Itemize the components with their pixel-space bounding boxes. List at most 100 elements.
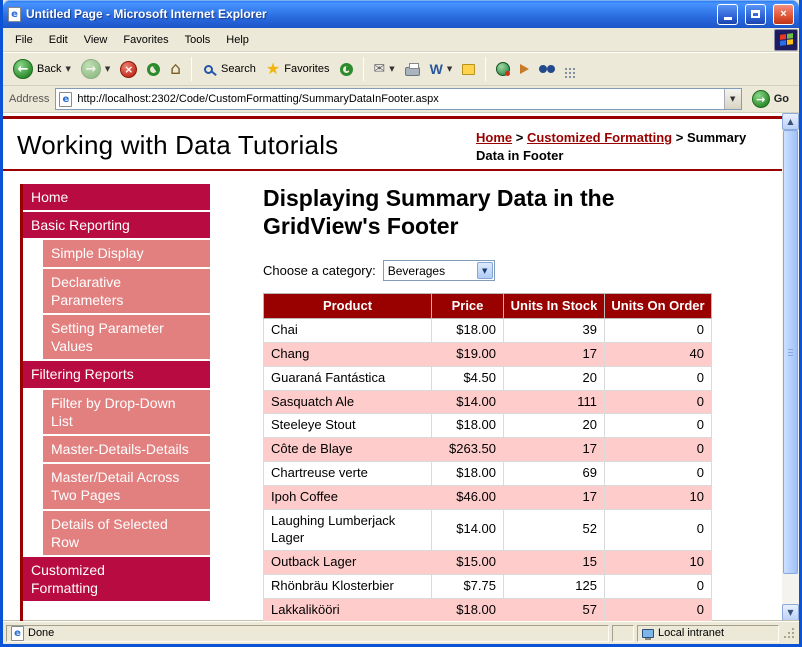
cell-product: Chartreuse verte xyxy=(264,462,432,486)
menu-view[interactable]: View xyxy=(76,30,116,50)
cell-units-in-stock: 20 xyxy=(504,414,605,438)
dropdown-arrow-icon[interactable]: ▼ xyxy=(477,262,493,279)
back-button[interactable]: ← Back ▼ xyxy=(9,56,75,82)
cell-units-on-order: 0 xyxy=(605,510,712,551)
back-dropdown-icon[interactable]: ▼ xyxy=(65,65,70,73)
ie-page-icon: e xyxy=(8,7,21,22)
cell-product: Laughing Lumberjack Lager xyxy=(264,510,432,551)
edit-button[interactable]: W ▼ xyxy=(426,58,457,80)
print-button[interactable] xyxy=(401,59,424,79)
stop-glyph: × xyxy=(124,64,133,75)
table-row: Laughing Lumberjack Lager$14.00520 xyxy=(264,510,712,551)
maximize-button[interactable] xyxy=(745,4,766,25)
menu-edit[interactable]: Edit xyxy=(41,30,76,50)
cell-units-in-stock: 15 xyxy=(504,550,605,574)
cell-price: $46.00 xyxy=(432,486,504,510)
cell-price: $15.00 xyxy=(432,550,504,574)
chevron-down-icon: ▼ xyxy=(730,95,735,103)
cell-units-in-stock: 69 xyxy=(504,462,605,486)
masthead: Working with Data Tutorials Home > Custo… xyxy=(3,119,782,169)
edit-dropdown-icon[interactable]: ▼ xyxy=(447,65,452,73)
mail-dropdown-icon[interactable]: ▼ xyxy=(389,65,394,73)
minimize-button[interactable] xyxy=(717,4,738,25)
search-button[interactable]: Search xyxy=(198,60,260,79)
page-viewport: Working with Data Tutorials Home > Custo… xyxy=(3,113,799,621)
breadcrumb-link-customized-formatting[interactable]: Customized Formatting xyxy=(527,130,672,145)
sidebar-item-customized-formatting[interactable]: Customized Formatting xyxy=(23,557,210,601)
cell-units-in-stock: 52 xyxy=(504,510,605,551)
sidebar-item-master-detail-across-two-pages[interactable]: Master/Detail Across Two Pages xyxy=(43,464,210,508)
sidebar-item-setting-parameter-values[interactable]: Setting Parameter Values xyxy=(43,315,210,359)
menu-help[interactable]: Help xyxy=(218,30,257,50)
addon-button-3[interactable] xyxy=(535,62,559,76)
scroll-down-button[interactable]: ▼ xyxy=(782,604,799,621)
go-arrow-glyph: → xyxy=(756,94,765,105)
cell-price: $14.00 xyxy=(432,390,504,414)
discuss-button[interactable] xyxy=(458,61,479,78)
sidebar-item-master-details-details[interactable]: Master-Details-Details xyxy=(43,436,210,462)
mail-icon: ✉ xyxy=(374,62,386,76)
favorites-button[interactable]: ★ Favorites xyxy=(262,58,334,80)
vertical-scrollbar[interactable]: ▲ ▼ xyxy=(782,113,799,621)
addon-button-4[interactable] xyxy=(561,60,581,78)
cell-product: Guaraná Fantástica xyxy=(264,366,432,390)
stop-button[interactable]: × xyxy=(116,58,141,81)
history-button[interactable] xyxy=(336,60,357,79)
grid-header-row: ProductPriceUnits In StockUnits On Order xyxy=(264,294,712,319)
sidebar-item-details-of-selected-row[interactable]: Details of Selected Row xyxy=(43,511,210,555)
breadcrumb-link-home[interactable]: Home xyxy=(476,130,512,145)
scroll-up-button[interactable]: ▲ xyxy=(782,113,799,130)
sidebar-item-filtering-reports[interactable]: Filtering Reports xyxy=(23,361,210,387)
addon-button-2[interactable] xyxy=(516,61,533,77)
page-icon: e xyxy=(59,92,72,107)
table-row: Rhönbräu Klosterbier$7.751250 xyxy=(264,574,712,598)
intranet-zone-icon xyxy=(642,629,654,638)
address-bar: Address e http://localhost:2302/Code/Cus… xyxy=(3,86,799,113)
go-icon: → xyxy=(752,90,770,108)
cell-units-in-stock: 125 xyxy=(504,574,605,598)
table-row: Chang$19.001740 xyxy=(264,342,712,366)
close-icon: × xyxy=(780,8,786,20)
cell-product: Ipoh Coffee xyxy=(264,486,432,510)
forward-dropdown-icon[interactable]: ▼ xyxy=(105,65,110,73)
refresh-button[interactable] xyxy=(143,60,164,79)
address-dropdown-button[interactable]: ▼ xyxy=(724,89,741,109)
forward-button[interactable]: → ▼ xyxy=(77,56,114,82)
menu-favorites[interactable]: Favorites xyxy=(115,30,176,50)
address-input[interactable]: e http://localhost:2302/Code/CustomForma… xyxy=(55,88,741,110)
go-button[interactable]: → Go xyxy=(748,90,793,108)
forward-arrow-glyph: → xyxy=(85,63,96,76)
cell-units-on-order: 10 xyxy=(605,486,712,510)
scrollbar-track[interactable] xyxy=(782,130,799,604)
category-dropdown[interactable]: Beverages ▼ xyxy=(383,260,495,281)
breadcrumb: Home > Customized Formatting > Summary D… xyxy=(476,126,774,164)
cell-units-on-order: 0 xyxy=(605,438,712,462)
table-row: Sasquatch Ale$14.001110 xyxy=(264,390,712,414)
cell-price: $18.00 xyxy=(432,462,504,486)
sidebar-item-basic-reporting[interactable]: Basic Reporting xyxy=(23,212,210,238)
close-button[interactable]: × xyxy=(773,4,794,25)
menu-tools[interactable]: Tools xyxy=(177,30,219,50)
toolbar: ← Back ▼ → ▼ × ⌂ Search ★ Favorites xyxy=(3,52,799,86)
sidebar-item-home[interactable]: Home xyxy=(23,184,210,210)
menu-file[interactable]: File xyxy=(7,30,41,50)
favorites-icon: ★ xyxy=(266,61,280,77)
edit-word-icon: W xyxy=(430,61,443,77)
addon-button-1[interactable] xyxy=(492,59,514,79)
cell-units-on-order: 0 xyxy=(605,598,712,621)
cell-units-on-order: 0 xyxy=(605,574,712,598)
resize-grip[interactable] xyxy=(782,626,796,640)
mail-button[interactable]: ✉ ▼ xyxy=(370,59,399,79)
cell-units-in-stock: 39 xyxy=(504,318,605,342)
sidebar-item-declarative-parameters[interactable]: Declarative Parameters xyxy=(43,269,210,313)
title-bar[interactable]: e Untitled Page - Microsoft Internet Exp… xyxy=(3,0,799,28)
cell-units-on-order: 0 xyxy=(605,366,712,390)
back-label: Back xyxy=(37,63,61,75)
sidebar-item-simple-display[interactable]: Simple Display xyxy=(43,240,210,266)
cell-price: $7.75 xyxy=(432,574,504,598)
print-icon xyxy=(405,67,420,76)
home-button[interactable]: ⌂ xyxy=(166,58,185,81)
browser-window: e Untitled Page - Microsoft Internet Exp… xyxy=(0,0,802,647)
sidebar-item-filter-by-drop-down-list[interactable]: Filter by Drop-Down List xyxy=(43,390,210,434)
scrollbar-thumb[interactable] xyxy=(783,130,798,574)
